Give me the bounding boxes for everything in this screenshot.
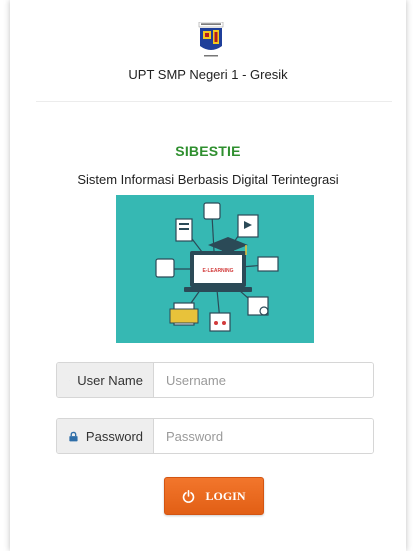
lock-icon — [69, 431, 78, 441]
username-label: User Name — [77, 372, 143, 388]
login-button[interactable]: LOGIN — [164, 477, 264, 515]
school-name: UPT SMP Negeri 1 - Gresik — [128, 67, 288, 82]
app-title: SIBESTIE — [175, 143, 241, 159]
login-label: LOGIN — [205, 488, 246, 503]
username-addon: User Name — [57, 363, 154, 397]
e-learning-illustration: E-LEARNING — [116, 195, 314, 343]
app-subtitle: Sistem Informasi Berbasis Digital Terint… — [77, 172, 339, 187]
username-input[interactable] — [154, 363, 373, 397]
password-input[interactable] — [154, 419, 373, 453]
school-logo — [198, 22, 224, 57]
password-addon: Password — [57, 419, 154, 453]
login-panel: UPT SMP Negeri 1 - Gresik SIBESTIE Siste… — [10, 0, 406, 551]
username-field: User Name — [56, 362, 374, 398]
password-field: Password — [56, 418, 374, 454]
illustration-label: E-LEARNING — [202, 268, 233, 274]
password-label: Password — [85, 428, 143, 444]
power-icon — [183, 489, 195, 503]
divider — [36, 101, 392, 102]
